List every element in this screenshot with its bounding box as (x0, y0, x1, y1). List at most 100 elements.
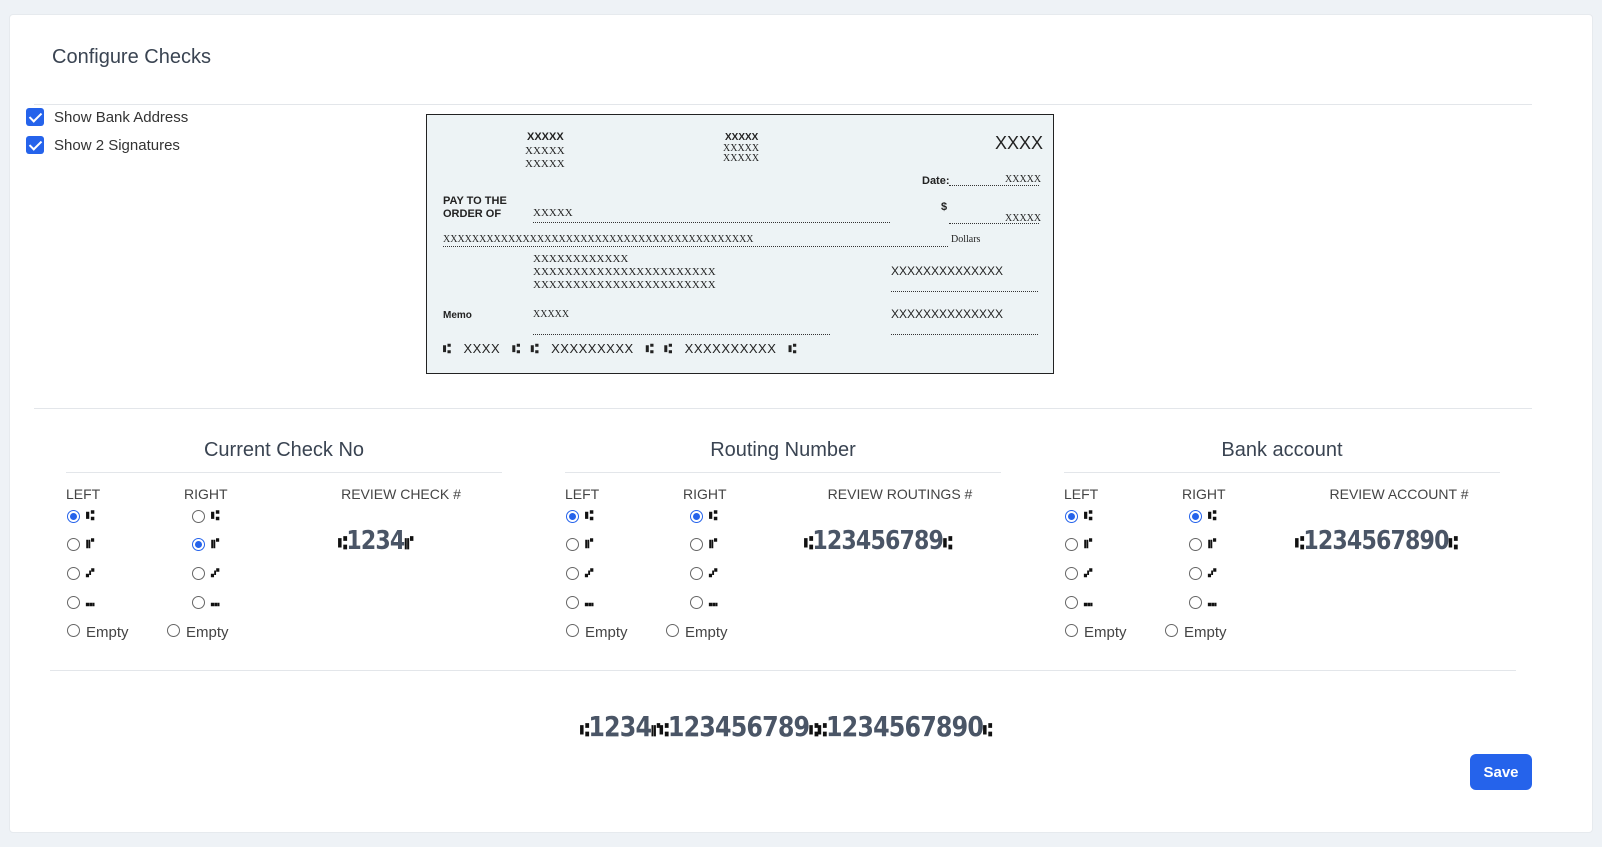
memo-line (533, 334, 830, 335)
right-radio-check-no[interactable] (192, 538, 205, 551)
amount-words: XXXXXXXXXXXXXXXXXXXXXXXXXXXXXXXXXXXXXXXX… (443, 234, 754, 245)
review-preview-routing: ⑆123456789⑆ (804, 526, 952, 556)
right-radio-routing[interactable] (690, 538, 703, 551)
micr-symbol-icon: ⑈ (585, 536, 594, 552)
dollars-label: Dollars (951, 234, 981, 245)
right-radio-check-no[interactable] (192, 567, 205, 580)
right-radio-account[interactable] (1189, 510, 1202, 523)
left-radio-check-no[interactable] (67, 567, 80, 580)
empty-label: Empty (1084, 624, 1127, 641)
micr-symbol-icon: ⑇ (1084, 565, 1093, 581)
right-radio-routing[interactable] (690, 510, 703, 523)
signature-1-line (891, 291, 1038, 292)
section-title-check-no: Current Check No (203, 439, 365, 461)
show-2-signatures-option[interactable]: Show 2 Signatures (26, 131, 188, 159)
right-radio-routing[interactable] (690, 567, 703, 580)
left-label-account: LEFT (1064, 486, 1099, 502)
review-label-account: REVIEW ACCOUNT # (1329, 486, 1469, 502)
micr-symbol-icon: ⑇ (585, 565, 594, 581)
micr-symbol: ⑆ (664, 342, 673, 357)
left-radio-routing[interactable] (566, 567, 579, 580)
left-radio-account[interactable] (1065, 596, 1078, 609)
right-label-routing: RIGHT (683, 486, 727, 502)
left-radio-account[interactable] (1065, 538, 1078, 551)
pay-to-label-1: PAY TO THE (443, 195, 507, 207)
right-radio-empty-routing[interactable] (666, 624, 679, 637)
empty-label: Empty (1184, 624, 1227, 641)
combined-micr-preview: ⑆1234⑈⑆123456789⑆⑆1234567890⑆ (580, 710, 992, 743)
micr-routing: XXXXXXXXX (551, 341, 634, 356)
show-2-signatures-label: Show 2 Signatures (54, 136, 180, 154)
page-title: Configure Checks (52, 46, 211, 68)
micr-symbol-icon: ⑉ (86, 594, 95, 610)
show-bank-address-option[interactable]: Show Bank Address (26, 103, 188, 131)
show-bank-address-checkbox[interactable] (26, 108, 44, 126)
amount-line (949, 223, 1039, 224)
divider (565, 472, 1001, 473)
micr-symbol: ⑈ (651, 720, 660, 741)
left-radio-routing[interactable] (566, 538, 579, 551)
right-radio-account[interactable] (1189, 567, 1202, 580)
micr-symbol: ⑆ (1295, 533, 1304, 554)
left-radio-empty-account[interactable] (1065, 624, 1078, 637)
show-2-signatures-checkbox[interactable] (26, 136, 44, 154)
right-radio-account[interactable] (1189, 596, 1202, 609)
left-label-routing: LEFT (565, 486, 600, 502)
micr-symbol: ⑆ (645, 342, 655, 357)
micr-symbol-icon: ⑈ (1084, 536, 1093, 552)
micr-symbol: ⑈ (404, 533, 413, 554)
left-radio-check-no[interactable] (67, 538, 80, 551)
payee-name: XXXXX (533, 207, 573, 219)
bank-name: XXXXX (527, 131, 564, 143)
micr-symbol: ⑆ (788, 342, 797, 357)
right-radio-empty-account[interactable] (1165, 624, 1178, 637)
right-radio-account[interactable] (1189, 538, 1202, 551)
micr-symbol-icon: ⑇ (1208, 565, 1217, 581)
review-value-account: 1234567890 (1303, 526, 1449, 556)
micr-symbol-icon: ⑇ (86, 565, 95, 581)
micr-symbol-icon: ⑈ (709, 536, 718, 552)
payee-address-line-2: XXXXXXXXXXXXXXXXXXXXXXX (533, 266, 716, 278)
bank-address-line-1: XXXXX (525, 145, 565, 157)
review-label-routing: REVIEW ROUTINGS # (827, 486, 973, 502)
micr-symbol-icon: ⑉ (1208, 594, 1217, 610)
empty-label: Empty (585, 624, 628, 641)
micr-symbol-icon: ⑈ (211, 536, 220, 552)
right-label-check-no: RIGHT (184, 486, 228, 502)
bank-address-line-2: XXXXX (525, 158, 565, 170)
micr-symbol-icon: ⑆ (585, 508, 594, 524)
signature-1: XXXXXXXXXXXXXX (891, 264, 1004, 278)
micr-symbol-icon: ⑉ (211, 594, 220, 610)
left-radio-empty-routing[interactable] (566, 624, 579, 637)
micr-symbol-icon: ⑆ (1208, 508, 1217, 524)
memo-value: XXXXX (533, 309, 570, 320)
left-radio-check-no[interactable] (67, 596, 80, 609)
micr-symbol: ⑆ (530, 342, 539, 357)
left-radio-account[interactable] (1065, 510, 1078, 523)
review-preview-account: ⑆1234567890⑆ (1295, 526, 1458, 556)
left-label-check-no: LEFT (66, 486, 101, 502)
right-radio-routing[interactable] (690, 596, 703, 609)
date-label: Date: (922, 175, 950, 187)
left-radio-empty-check-no[interactable] (67, 624, 80, 637)
combined-routing: 123456789 (667, 710, 810, 743)
right-radio-check-no[interactable] (192, 510, 205, 523)
micr-symbol: ⑆ (1448, 533, 1458, 554)
memo-label: Memo (443, 310, 472, 321)
dollar-sign: $ (941, 201, 948, 213)
left-radio-routing[interactable] (566, 510, 579, 523)
left-radio-routing[interactable] (566, 596, 579, 609)
save-button[interactable]: Save (1470, 754, 1532, 790)
right-radio-empty-check-no[interactable] (167, 624, 180, 637)
amount-words-line (443, 246, 948, 247)
right-radio-check-no[interactable] (192, 596, 205, 609)
section-title-routing: Routing Number (710, 439, 856, 461)
combined-check: 1234 (588, 710, 652, 743)
left-radio-account[interactable] (1065, 567, 1078, 580)
micr-symbol-icon: ⑆ (1084, 508, 1093, 524)
micr-account: XXXXXXXXXX (684, 341, 777, 356)
micr-symbol-icon: ⑈ (1208, 536, 1217, 552)
left-radio-check-no[interactable] (67, 510, 80, 523)
empty-label: Empty (186, 624, 229, 641)
micr-symbol-icon: ⑆ (86, 508, 95, 524)
